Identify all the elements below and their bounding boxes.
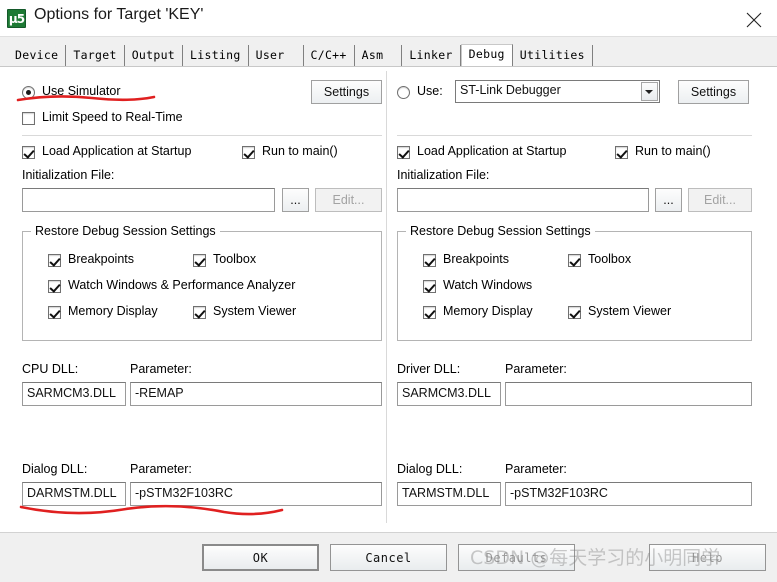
- left-restore-debug-session-group: Restore Debug Session Settings Breakpoin…: [22, 224, 382, 341]
- right-breakpoints-checkbox[interactable]: [423, 254, 436, 267]
- dialog-button-bar: OK Cancel Defaults Help: [0, 532, 777, 582]
- simulator-separator: [22, 135, 382, 136]
- right-edit-button[interactable]: Edit...: [688, 188, 752, 212]
- tab-output[interactable]: Output: [124, 45, 184, 67]
- left-load-application-label: Load Application at Startup: [42, 144, 192, 158]
- right-toolbox-checkbox[interactable]: [568, 254, 581, 267]
- right-initialization-file-label: Initialization File:: [397, 168, 490, 182]
- driver-parameter-label: Parameter:: [505, 362, 567, 376]
- right-initialization-file-input[interactable]: [397, 188, 649, 212]
- close-icon-glyph: [746, 12, 762, 28]
- driver-parameter-input[interactable]: [505, 382, 752, 406]
- right-dialog-parameter-input[interactable]: -pSTM32F103RC: [505, 482, 752, 506]
- right-dialog-dll-label: Dialog DLL:: [397, 462, 463, 476]
- right-toolbox-label: Toolbox: [588, 252, 632, 266]
- left-breakpoints-checkbox[interactable]: [48, 254, 61, 267]
- chevron-down-icon: [645, 90, 653, 94]
- tab-strip: Device Target Output Listing User C/C++ …: [0, 37, 777, 68]
- left-restore-group-title: Restore Debug Session Settings: [31, 224, 220, 238]
- left-browse-button[interactable]: ...: [282, 188, 309, 212]
- right-load-application-label: Load Application at Startup: [417, 144, 567, 158]
- limit-speed-label: Limit Speed to Real-Time: [42, 110, 183, 124]
- right-dialog-dll-input[interactable]: TARMSTM.DLL: [397, 482, 501, 506]
- use-simulator-radio[interactable]: [22, 86, 35, 99]
- tab-target[interactable]: Target: [66, 45, 125, 67]
- ok-button[interactable]: OK: [202, 544, 319, 571]
- debugger-separator: [397, 135, 752, 136]
- right-run-to-main-checkbox[interactable]: [615, 146, 628, 159]
- left-dialog-parameter-input[interactable]: -pSTM32F103RC: [130, 482, 382, 506]
- right-watch-windows-label: Watch Windows: [443, 278, 533, 292]
- left-toolbox-label: Toolbox: [213, 252, 257, 266]
- left-initialization-file-label: Initialization File:: [22, 168, 115, 182]
- tab-asm[interactable]: Asm: [354, 45, 403, 67]
- driver-dll-label: Driver DLL:: [397, 362, 461, 376]
- cpu-parameter-label: Parameter:: [130, 362, 192, 376]
- debugger-panel: Use: ST-Link Debugger Settings Load Appl…: [387, 67, 777, 533]
- left-system-viewer-checkbox[interactable]: [193, 306, 206, 319]
- keil-uvision-logo-icon: μ5: [7, 9, 26, 28]
- tab-debug[interactable]: Debug: [460, 44, 513, 68]
- debug-tab-panel: Use Simulator Settings Limit Speed to Re…: [0, 66, 777, 532]
- tab-listing[interactable]: Listing: [183, 45, 249, 67]
- right-restore-group-title: Restore Debug Session Settings: [406, 224, 595, 238]
- right-system-viewer-checkbox[interactable]: [568, 306, 581, 319]
- left-dialog-parameter-label: Parameter:: [130, 462, 192, 476]
- right-dialog-parameter-label: Parameter:: [505, 462, 567, 476]
- left-dialog-dll-input[interactable]: DARMSTM.DLL: [22, 482, 126, 506]
- right-restore-debug-session-group: Restore Debug Session Settings Breakpoin…: [397, 224, 752, 341]
- right-watch-windows-checkbox[interactable]: [423, 280, 436, 293]
- left-breakpoints-label: Breakpoints: [68, 252, 135, 266]
- left-initialization-file-input[interactable]: [22, 188, 275, 212]
- options-for-target-dialog: μ5 Options for Target 'KEY' Device Targe…: [0, 0, 777, 582]
- tab-device[interactable]: Device: [8, 45, 67, 67]
- left-edit-button[interactable]: Edit...: [315, 188, 382, 212]
- right-browse-button[interactable]: ...: [655, 188, 682, 212]
- cancel-button[interactable]: Cancel: [330, 544, 447, 571]
- debugger-settings-button[interactable]: Settings: [678, 80, 749, 104]
- simulator-settings-button[interactable]: Settings: [311, 80, 382, 104]
- use-simulator-label: Use Simulator: [42, 84, 121, 98]
- left-memory-display-label: Memory Display: [68, 304, 158, 318]
- left-watch-windows-label: Watch Windows & Performance Analyzer: [68, 278, 296, 292]
- help-button[interactable]: Help: [649, 544, 766, 571]
- right-breakpoints-label: Breakpoints: [443, 252, 510, 266]
- left-dialog-dll-label: Dialog DLL:: [22, 462, 88, 476]
- window-title: Options for Target 'KEY': [34, 6, 204, 23]
- title-bar: μ5 Options for Target 'KEY': [0, 0, 777, 37]
- left-system-viewer-label: System Viewer: [213, 304, 297, 318]
- tab-list: Device Target Output Listing User C/C++ …: [8, 42, 593, 68]
- driver-dll-input[interactable]: SARMCM3.DLL: [397, 382, 501, 406]
- limit-speed-checkbox[interactable]: [22, 112, 35, 125]
- right-run-to-main-label: Run to main(): [635, 144, 711, 158]
- left-memory-display-checkbox[interactable]: [48, 306, 61, 319]
- tab-user[interactable]: User: [248, 45, 304, 67]
- left-run-to-main-label: Run to main(): [262, 144, 338, 158]
- left-toolbox-checkbox[interactable]: [193, 254, 206, 267]
- debugger-select[interactable]: ST-Link Debugger: [455, 80, 660, 103]
- debugger-select-value: ST-Link Debugger: [460, 83, 561, 97]
- tab-linker[interactable]: Linker: [402, 45, 461, 67]
- simulator-panel: Use Simulator Settings Limit Speed to Re…: [0, 67, 386, 533]
- cpu-parameter-input[interactable]: -REMAP: [130, 382, 382, 406]
- cpu-dll-label: CPU DLL:: [22, 362, 79, 376]
- cpu-dll-input[interactable]: SARMCM3.DLL: [22, 382, 126, 406]
- keil-logo-glyph: μ5: [8, 12, 25, 26]
- right-memory-display-checkbox[interactable]: [423, 306, 436, 319]
- left-load-application-checkbox[interactable]: [22, 146, 35, 159]
- left-run-to-main-checkbox[interactable]: [242, 146, 255, 159]
- left-watch-windows-checkbox[interactable]: [48, 280, 61, 293]
- right-memory-display-label: Memory Display: [443, 304, 533, 318]
- defaults-button[interactable]: Defaults: [458, 544, 575, 571]
- use-debugger-label: Use:: [417, 84, 443, 98]
- tab-c-cpp[interactable]: C/C++: [303, 45, 355, 67]
- right-load-application-checkbox[interactable]: [397, 146, 410, 159]
- use-debugger-radio[interactable]: [397, 86, 410, 99]
- right-system-viewer-label: System Viewer: [588, 304, 672, 318]
- close-icon[interactable]: [731, 0, 777, 36]
- tab-utilities[interactable]: Utilities: [512, 45, 593, 67]
